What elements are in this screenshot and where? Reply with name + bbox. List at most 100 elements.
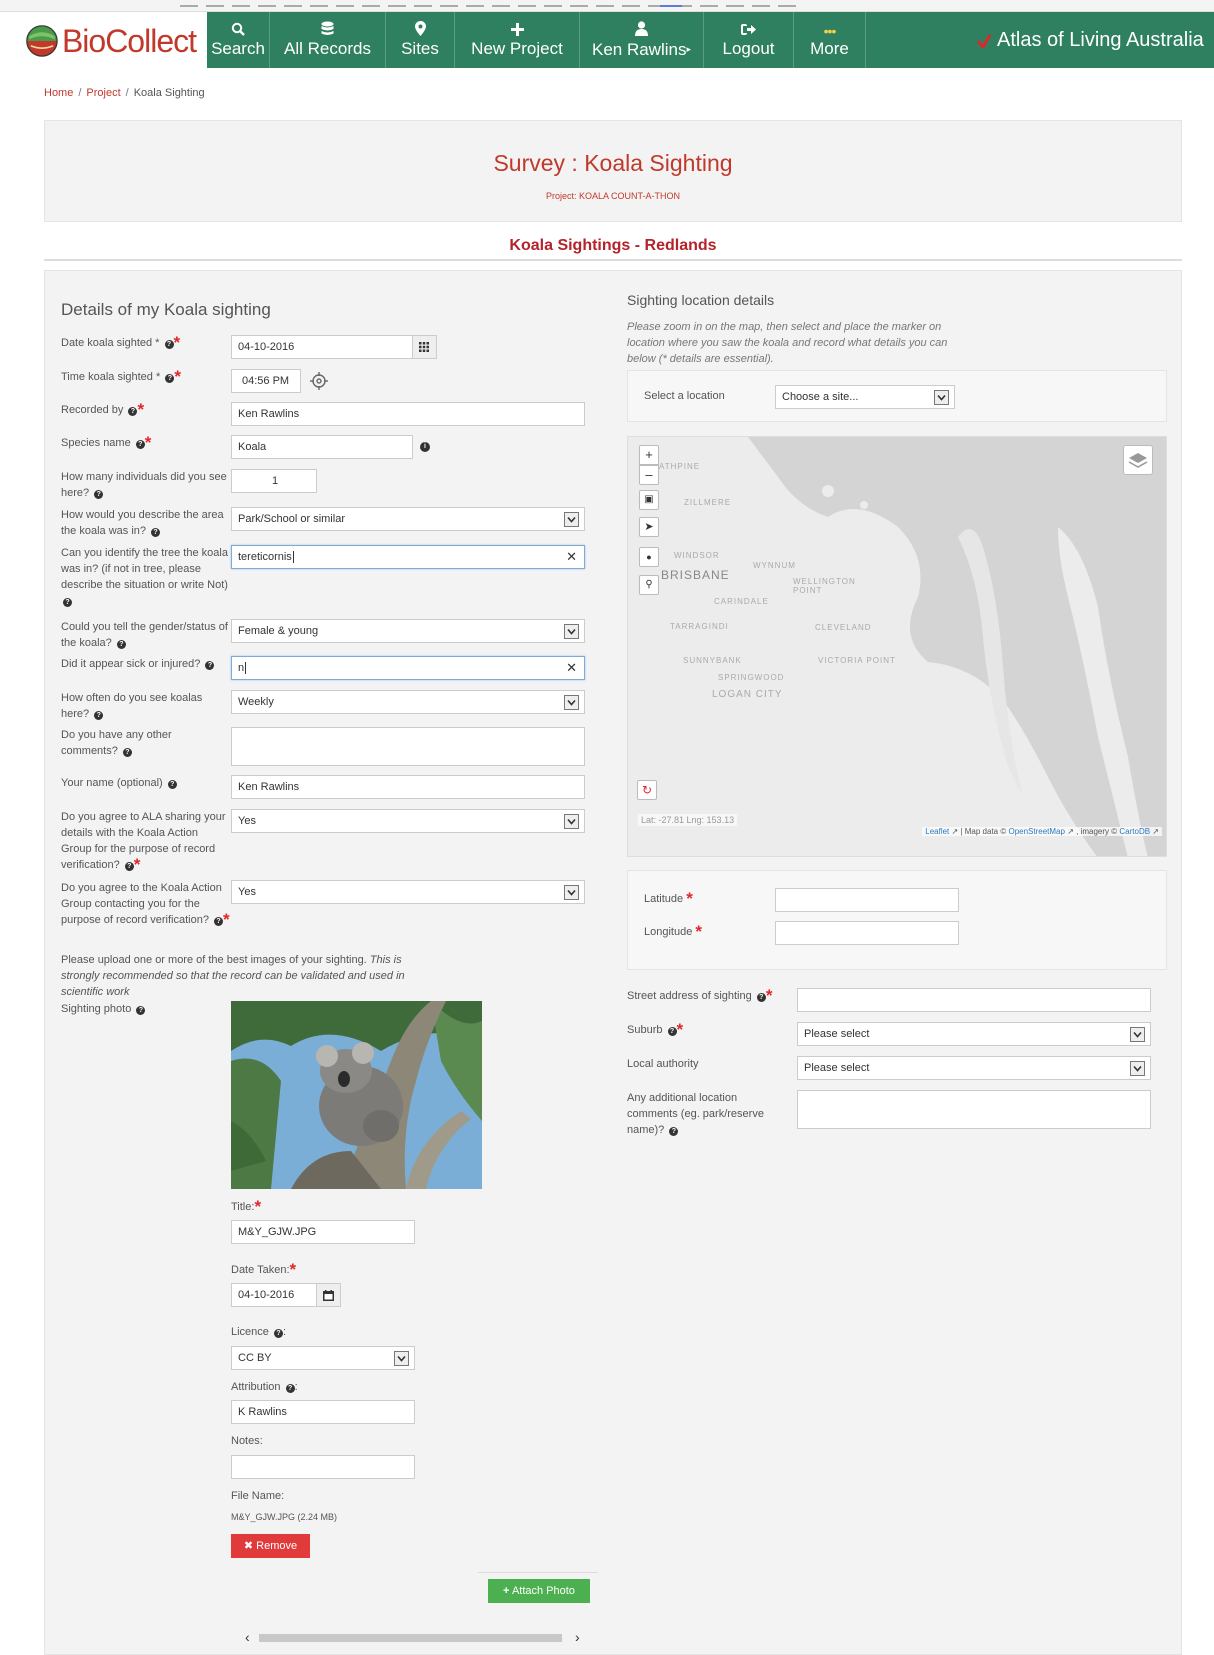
help-icon[interactable]: ? — [167, 780, 177, 789]
tree-input[interactable]: tereticornis ✕ — [231, 545, 585, 569]
map-place-label: SUNNYBANK — [683, 656, 742, 665]
leaflet-link[interactable]: Leaflet — [925, 827, 949, 836]
gender-select[interactable]: Female & young — [231, 619, 585, 643]
remove-button[interactable]: ✖ Remove — [231, 1534, 310, 1558]
database-icon — [321, 21, 334, 35]
help-icon[interactable]: ? — [124, 862, 134, 871]
help-icon[interactable]: ? — [135, 440, 145, 449]
help-icon[interactable]: ? — [63, 598, 72, 607]
often-select[interactable]: Weekly — [231, 690, 585, 714]
chevron-down-icon — [564, 695, 579, 710]
area-select[interactable]: Park/School or similar — [231, 507, 585, 531]
external-link-icon: ↗ — [1067, 827, 1074, 836]
site-select[interactable]: Choose a site... — [775, 385, 955, 409]
clear-icon[interactable]: ✕ — [566, 546, 577, 568]
suburb-select[interactable]: Please select — [797, 1022, 1151, 1046]
time-input[interactable]: 04:56 PM — [231, 369, 301, 393]
logo-text: BioCollect — [61, 22, 197, 59]
right-heading: Sighting location details — [627, 292, 775, 308]
nav-search[interactable]: Search — [207, 12, 269, 68]
additional-textarea[interactable] — [797, 1090, 1151, 1129]
your-name-input[interactable]: Ken Rawlins — [231, 775, 585, 799]
nav-sites[interactable]: Sites — [385, 12, 454, 68]
contact-select[interactable]: Yes — [231, 880, 585, 904]
licence-select[interactable]: CC BY — [231, 1346, 415, 1370]
chevron-down-icon — [564, 512, 579, 527]
caret-right-icon: ▸ — [686, 44, 692, 54]
comments-textarea[interactable] — [231, 727, 585, 766]
draw-point-icon[interactable]: ● — [639, 547, 659, 567]
carto-link[interactable]: CartoDB — [1119, 827, 1150, 836]
reset-map-icon[interactable]: ↻ — [637, 780, 657, 800]
photo-date-input[interactable]: 04-10-2016 — [231, 1283, 317, 1307]
site-select-value: Choose a site... — [782, 391, 859, 403]
calendar-addon[interactable] — [413, 335, 437, 359]
koala-photo[interactable] — [231, 1001, 482, 1189]
nav-new-project[interactable]: New Project — [454, 12, 579, 68]
scroll-right-icon[interactable]: › — [575, 1629, 580, 1645]
help-icon[interactable]: ? — [136, 1006, 146, 1015]
nav-user-menu[interactable]: Ken Rawlins▸ — [579, 12, 703, 68]
notes-input[interactable] — [231, 1455, 415, 1479]
sick-input[interactable]: n ✕ — [231, 656, 585, 680]
date-input[interactable]: 04-10-2016 — [231, 335, 413, 359]
latitude-input[interactable] — [775, 888, 959, 912]
nav-more[interactable]: ••• More — [793, 12, 866, 68]
osm-link[interactable]: OpenStreetMap — [1008, 827, 1064, 836]
recorded-by-input[interactable]: Ken Rawlins — [231, 402, 585, 426]
species-input[interactable]: Koala — [231, 435, 413, 459]
help-icon[interactable]: ? — [273, 1329, 283, 1338]
attach-photo-button[interactable]: + Attach Photo — [488, 1579, 590, 1603]
attribution-input[interactable]: K Rawlins — [231, 1400, 415, 1424]
help-icon[interactable]: ? — [122, 748, 132, 757]
scroll-left-icon[interactable]: ‹ — [245, 1629, 250, 1645]
help-icon[interactable]: ? — [285, 1384, 295, 1393]
timepicker-crosshair-icon[interactable] — [310, 372, 328, 390]
text-cursor — [245, 662, 247, 674]
biocollect-logo[interactable]: BioCollect — [26, 20, 197, 62]
scrollbar-thumb[interactable] — [259, 1634, 562, 1642]
search-icon — [231, 22, 245, 36]
location-map[interactable]: + – ▣ ➤ ● ⚲ ↻ ATHPINE ZILLMERE WINDSOR W… — [627, 436, 1167, 857]
help-icon[interactable]: ? — [151, 528, 161, 537]
ala-link[interactable]: Atlas of Living Australia — [977, 29, 1204, 52]
map-marker-icon — [414, 21, 426, 36]
map-place-label: WELLINGTON POINT — [793, 577, 856, 595]
zoom-out-button[interactable]: – — [639, 465, 659, 485]
area-label: How would you describe the area the koal… — [61, 509, 224, 537]
help-icon[interactable]: ? — [214, 917, 224, 926]
longitude-input[interactable] — [775, 921, 959, 945]
help-icon[interactable]: ? — [667, 1027, 677, 1036]
fullscreen-icon[interactable]: ▣ — [639, 490, 659, 510]
help-icon[interactable]: ? — [164, 340, 174, 349]
locate-arrow-icon[interactable]: ➤ — [639, 517, 659, 537]
street-input[interactable] — [797, 988, 1151, 1012]
breadcrumb-home[interactable]: Home — [44, 87, 73, 99]
latlng-box: Latitude * Longitude * — [627, 870, 1167, 970]
photo-title-input[interactable]: M&Y_GJW.JPG — [231, 1220, 415, 1244]
individuals-input[interactable]: 1 — [231, 469, 317, 493]
photo-date-calendar-addon[interactable] — [317, 1283, 341, 1307]
nav-all-records[interactable]: All Records — [269, 12, 385, 68]
map-place-label: WYNNUM — [753, 561, 796, 570]
clear-icon[interactable]: ✕ — [566, 657, 577, 679]
help-icon[interactable]: ? — [94, 490, 104, 499]
authority-select[interactable]: Please select — [797, 1056, 1151, 1080]
map-place-label: ZILLMERE — [684, 498, 732, 507]
help-icon[interactable]: ? — [669, 1127, 679, 1136]
layers-icon[interactable] — [1123, 445, 1153, 475]
help-icon[interactable]: ? — [94, 711, 104, 720]
species-info-addon[interactable]: i — [413, 435, 437, 459]
help-icon[interactable]: ? — [116, 640, 126, 649]
breadcrumb-project[interactable]: Project — [86, 87, 120, 99]
map-place-label: CARINDALE — [714, 597, 769, 606]
help-icon[interactable]: ? — [756, 993, 766, 1002]
nav-logout[interactable]: Logout — [703, 12, 793, 68]
marker-icon[interactable]: ⚲ — [639, 575, 659, 595]
share-select[interactable]: Yes — [231, 809, 585, 833]
help-icon[interactable]: ? — [165, 374, 175, 383]
filename-value: M&Y_GJW.JPG (2.24 MB) — [231, 1512, 338, 1522]
help-icon[interactable]: ? — [205, 661, 215, 670]
horizontal-scrollbar[interactable]: ‹ › — [231, 1629, 589, 1646]
zoom-in-button[interactable]: + — [639, 445, 659, 465]
